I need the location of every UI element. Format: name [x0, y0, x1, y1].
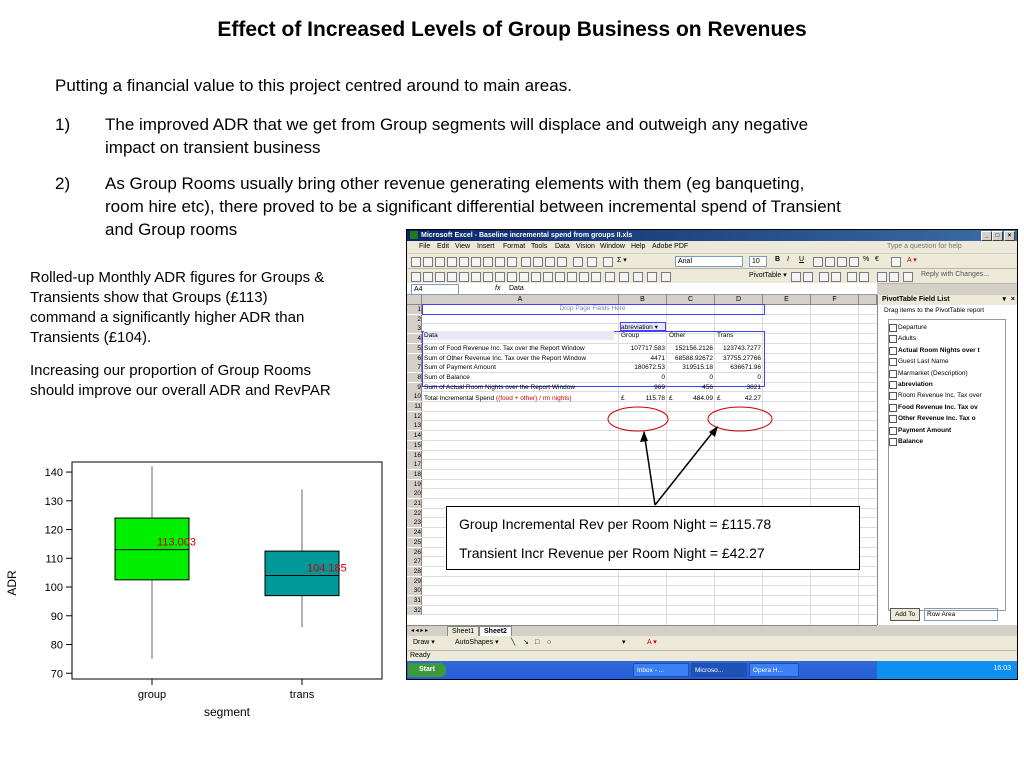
arrow-to-group [643, 431, 656, 506]
incremental-rev-callout: Group Incremental Rev per Room Night = £… [446, 506, 860, 570]
group-value-circle [607, 406, 669, 432]
callout-transient: Transient Incr Revenue per Room Night = … [459, 545, 765, 561]
arrow-to-trans [654, 427, 717, 506]
arrowhead-icon [640, 431, 648, 442]
annotation-layer [607, 406, 773, 506]
callout-group: Group Incremental Rev per Room Night = £… [459, 516, 772, 532]
